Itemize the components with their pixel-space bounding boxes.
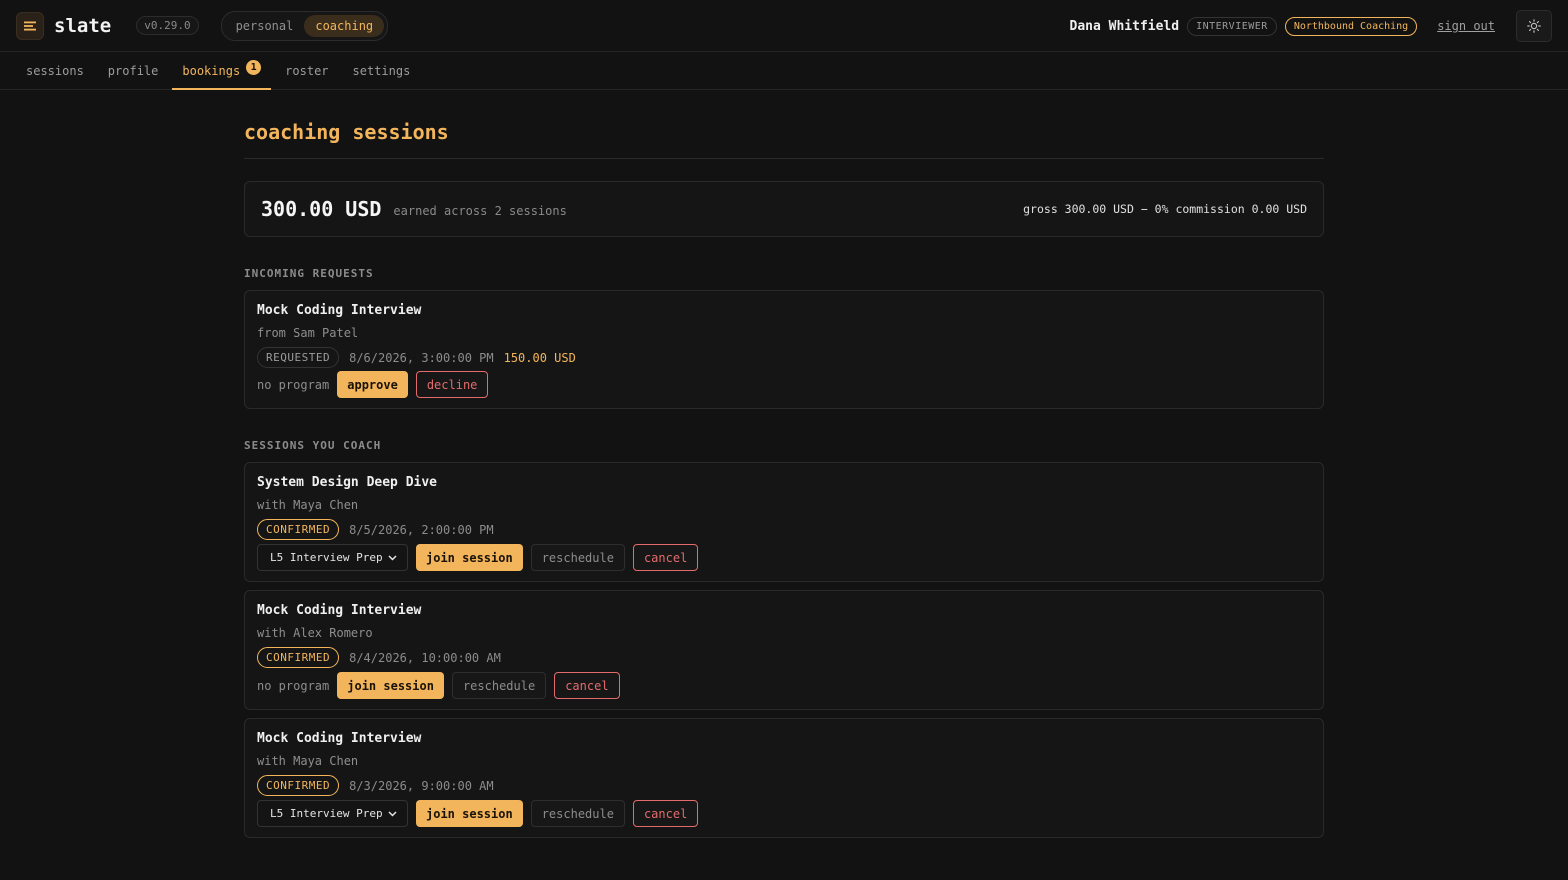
sign-out-link[interactable]: sign out [1437,19,1495,33]
program-select[interactable]: L5 Interview Prep [257,544,408,571]
session-date: 8/6/2026, 3:00:00 PM [349,350,494,365]
page-title: coaching sessions [244,120,1324,159]
session-card: Mock Coding Interview with Alex Romero C… [244,590,1324,710]
tab-label: profile [107,63,159,78]
session-participant: with Maya Chen [257,498,359,512]
status-badge: REQUESTED [257,347,340,368]
program-label: no program [257,377,330,392]
status-badge: CONFIRMED [257,647,340,668]
session-participant: from Sam Patel [257,326,359,340]
top-bar: slate v0.29.0 personal coaching Dana Whi… [0,0,1568,52]
program-select-value: L5 Interview Prep [270,807,383,820]
join-session-button[interactable]: join session [337,672,444,699]
status-badge: CONFIRMED [257,775,340,796]
mode-personal[interactable]: personal [225,15,305,37]
session-participant: with Maya Chen [257,754,359,768]
tab-settings[interactable]: settings [343,52,421,89]
program-select[interactable]: L5 Interview Prep [257,800,408,827]
earnings-summary: 300.00 USD earned across 2 sessions gros… [244,181,1324,237]
bookings-count-badge: 1 [246,60,262,75]
status-badge: CONFIRMED [257,519,340,540]
program-label: no program [257,678,330,693]
cancel-button[interactable]: cancel [554,672,620,699]
join-session-button[interactable]: join session [416,800,523,827]
sun-icon [1527,19,1541,33]
join-session-button[interactable]: join session [416,544,523,571]
role-badge: INTERVIEWER [1187,16,1277,36]
session-title: System Design Deep Dive [257,475,438,490]
tab-sessions[interactable]: sessions [16,52,94,89]
decline-button[interactable]: decline [415,371,489,398]
session-card: Mock Coding Interview with Maya Chen CON… [244,718,1324,838]
request-card: Mock Coding Interview from Sam Patel REQ… [244,290,1324,409]
app-name: slate [54,14,112,37]
session-date: 8/4/2026, 10:00:00 AM [349,650,501,665]
session-date: 8/5/2026, 2:00:00 PM [349,522,494,537]
cancel-button[interactable]: cancel [632,544,699,571]
mode-coaching[interactable]: coaching [304,14,385,37]
tab-label: bookings [182,63,241,78]
tab-profile[interactable]: profile [98,52,169,89]
program-select-value: L5 Interview Prep [270,551,383,564]
reschedule-button[interactable]: reschedule [451,672,547,699]
tab-label: settings [352,63,411,78]
tab-bar: sessions profile bookings 1 roster setti… [0,52,1568,90]
menu-lines-icon[interactable] [16,11,44,40]
reschedule-button[interactable]: reschedule [530,800,625,827]
session-participant: with Alex Romero [257,626,373,640]
session-title: Mock Coding Interview [257,603,422,618]
user-name: Dana Whitfield [1069,18,1180,34]
earnings-amount: 300.00 USD [261,197,382,221]
tab-roster[interactable]: roster [275,52,338,89]
session-title: Mock Coding Interview [257,303,422,318]
tab-label: roster [285,63,329,78]
user-area: Dana Whitfield INTERVIEWER Northbound Co… [1069,0,1552,52]
cancel-button[interactable]: cancel [632,800,699,827]
tab-label: sessions [26,63,84,78]
earnings-breakdown: gross 300.00 USD − 0% commission 0.00 US… [1023,202,1307,216]
theme-toggle-button[interactable] [1516,10,1552,42]
version-badge: v0.29.0 [136,16,199,35]
org-badge: Northbound Coaching [1284,16,1418,36]
main-content: coaching sessions 300.00 USD earned acro… [244,90,1324,838]
earnings-subtitle: earned across 2 sessions [393,204,567,218]
session-card: System Design Deep Dive with Maya Chen C… [244,462,1324,582]
tab-bookings[interactable]: bookings 1 [172,52,271,90]
section-label-coaching: SESSIONS YOU COACH [244,439,382,452]
reschedule-button[interactable]: reschedule [530,544,625,571]
approve-button[interactable]: approve [337,371,408,398]
section-label-incoming: INCOMING REQUESTS [244,267,374,280]
chevron-down-icon [388,554,397,561]
session-title: Mock Coding Interview [257,731,422,746]
session-date: 8/3/2026, 9:00:00 AM [349,778,494,793]
mode-switch: personal coaching [220,10,389,41]
session-price: 150.00 USD [503,350,576,365]
chevron-down-icon [388,810,397,817]
